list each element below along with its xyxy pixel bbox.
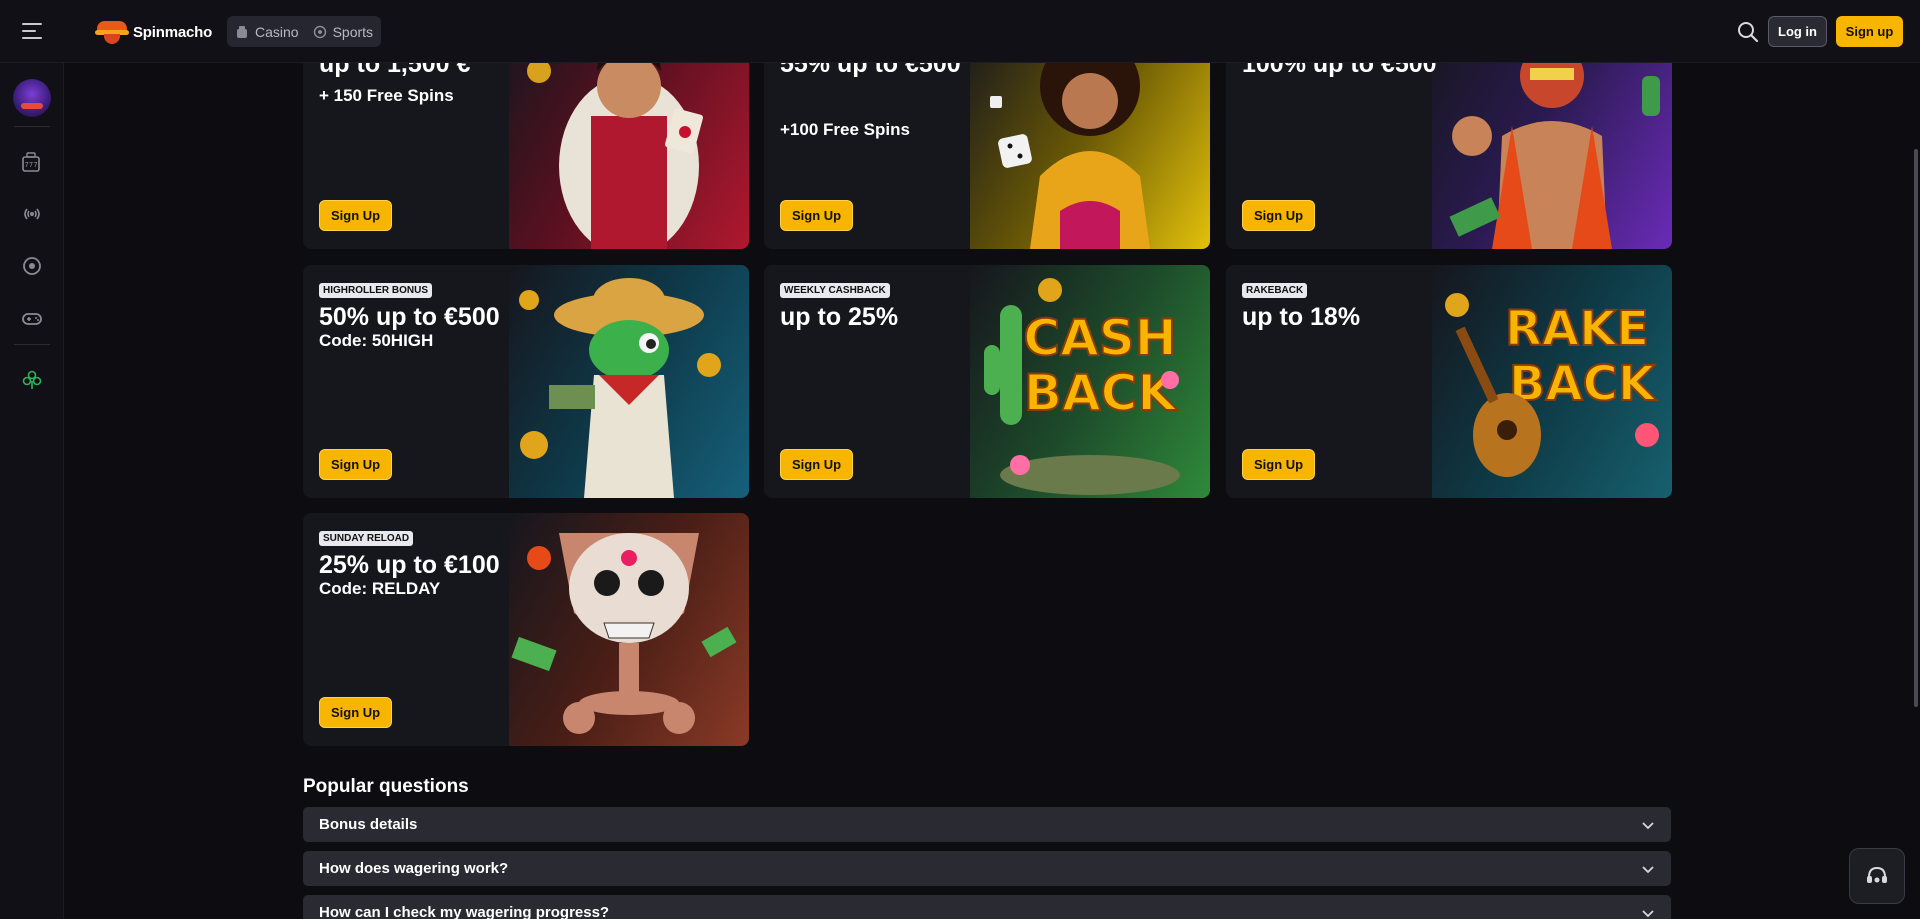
- promo-subtitle: Code: 50HIGH: [319, 331, 434, 350]
- promo-card: SUNDAY RELOAD 25% up to €100 Code: RELDA…: [303, 513, 749, 746]
- promo-signup-button[interactable]: Sign Up: [319, 200, 393, 231]
- faq-item[interactable]: How can I check my wagering progress?: [303, 895, 1671, 919]
- sports-icon[interactable]: [18, 252, 46, 280]
- svg-text:CASH: CASH: [1023, 309, 1176, 367]
- promo-badge: RAKEBACK: [1242, 283, 1308, 298]
- promo-art: [509, 513, 749, 746]
- promo-subtitle: +100 Free Spins: [780, 120, 910, 139]
- brand-name: Spinmacho: [133, 23, 213, 41]
- tab-casino[interactable]: Casino: [235, 24, 299, 40]
- chevron-down-icon: [1642, 821, 1654, 829]
- promo-signup-button[interactable]: Sign Up: [319, 697, 393, 728]
- promo-signup-button[interactable]: Sign Up: [1242, 200, 1316, 231]
- slots-icon[interactable]: 777: [18, 148, 46, 176]
- support-chat-button[interactable]: [1849, 848, 1905, 904]
- football-icon: [313, 25, 326, 38]
- search-icon[interactable]: [1737, 21, 1759, 43]
- svg-text:777: 777: [24, 161, 37, 169]
- promo-title: up to 18%: [1242, 303, 1361, 331]
- top-bar: Spinmacho Casino Sports Log in Sign up: [0, 0, 1920, 63]
- signup-button[interactable]: Sign up: [1836, 16, 1903, 47]
- tab-sports[interactable]: Sports: [313, 24, 373, 40]
- promo-signup-button[interactable]: Sign Up: [319, 449, 393, 480]
- faq-heading: Popular questions: [303, 776, 469, 797]
- tab-sports-label: Sports: [332, 23, 374, 40]
- svg-text:BACK: BACK: [1024, 364, 1179, 422]
- faq-item[interactable]: Bonus details: [303, 807, 1671, 842]
- svg-text:BACK: BACK: [1509, 356, 1657, 412]
- promo-card: HIGHROLLER BONUS 50% up to €500 Code: 50…: [303, 265, 749, 498]
- sombrero-logo-icon: [95, 19, 129, 45]
- promo-badge: SUNDAY RELOAD: [319, 531, 414, 546]
- logo[interactable]: Spinmacho: [95, 18, 212, 46]
- sidebar: 777: [0, 63, 64, 919]
- chevron-down-icon: [1642, 865, 1654, 873]
- tab-casino-label: Casino: [255, 23, 299, 40]
- promo-art: [509, 265, 749, 498]
- promo-title: 50% up to €500: [319, 303, 500, 331]
- promo-signup-button[interactable]: Sign Up: [1242, 449, 1316, 480]
- menu-icon[interactable]: [22, 23, 42, 39]
- faq-question: How does wagering work?: [319, 860, 509, 877]
- promo-badge: HIGHROLLER BONUS: [319, 283, 432, 298]
- clover-icon[interactable]: [18, 366, 46, 394]
- headset-icon: [1867, 866, 1887, 883]
- promo-subtitle: + 150 Free Spins: [319, 86, 454, 105]
- promo-badge: WEEKLY CASHBACK: [780, 283, 890, 298]
- divider: [14, 344, 50, 345]
- promo-title: 25% up to €100: [319, 551, 500, 579]
- divider: [14, 126, 50, 127]
- chevron-down-icon: [1642, 909, 1654, 917]
- promo-title: up to 25%: [780, 303, 899, 331]
- scrollbar[interactable]: [1912, 63, 1920, 919]
- live-icon[interactable]: [18, 200, 46, 228]
- promo-signup-button[interactable]: Sign Up: [780, 200, 854, 231]
- svg-text:RAKE: RAKE: [1505, 301, 1649, 357]
- promo-subtitle: Code: RELDAY: [319, 579, 441, 598]
- slot-icon: [237, 25, 247, 38]
- faq-item[interactable]: How does wagering work?: [303, 851, 1671, 886]
- promo-card: CASH BACK WEEKLY CASHBACK up to 25% Sign…: [764, 265, 1210, 498]
- avatar[interactable]: [13, 79, 51, 117]
- promo-card: RAKE BACK RAKEBACK up to 18% Sign Up: [1226, 265, 1672, 498]
- faq-question: How can I check my wagering progress?: [319, 904, 610, 919]
- top-tabs: Casino Sports: [227, 16, 382, 47]
- faq-question: Bonus details: [319, 816, 418, 833]
- scrollbar-thumb[interactable]: [1914, 149, 1918, 707]
- login-button[interactable]: Log in: [1768, 16, 1827, 47]
- games-icon[interactable]: [18, 304, 46, 332]
- promo-art: CASH BACK: [970, 265, 1210, 498]
- promo-signup-button[interactable]: Sign Up: [780, 449, 854, 480]
- promo-art: RAKE BACK: [1432, 265, 1672, 498]
